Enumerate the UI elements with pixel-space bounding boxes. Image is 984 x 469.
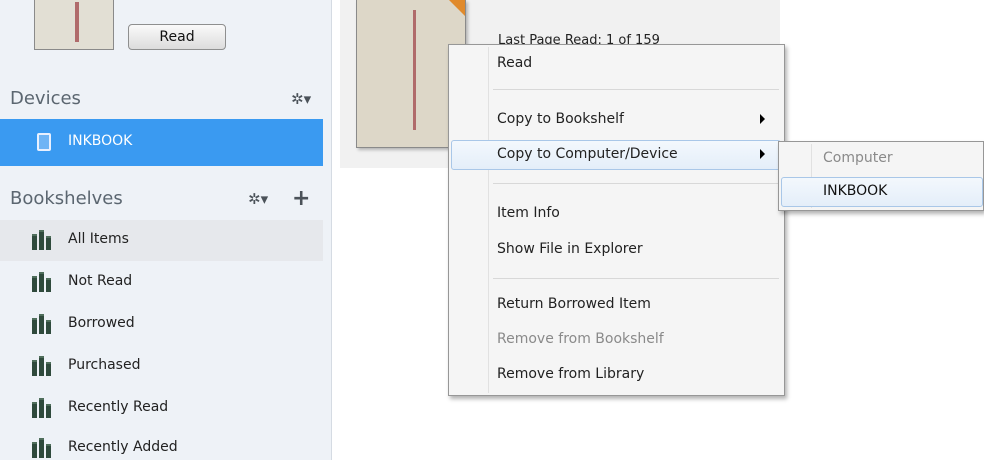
context-menu: Read Copy to Bookshelf Copy to Computer/… xyxy=(448,44,785,396)
shelf-recently-read[interactable]: Recently Read xyxy=(0,388,323,429)
bookshelf-icon xyxy=(32,356,52,376)
shelf-all-items[interactable]: All Items xyxy=(0,220,323,261)
shelf-label: Recently Read xyxy=(68,399,169,415)
bookshelf-icon xyxy=(32,230,52,250)
menu-read[interactable]: Read xyxy=(451,49,781,79)
copy-to-device-submenu: Computer INKBOOK xyxy=(778,141,984,211)
shelf-label: Recently Added xyxy=(68,439,178,455)
shelf-not-read[interactable]: Not Read xyxy=(0,262,323,303)
menu-remove-from-bookshelf: Remove from Bookshelf xyxy=(497,331,664,347)
menu-item-info[interactable]: Item Info xyxy=(451,199,781,229)
bookshelves-header: Bookshelves ✲▾ + xyxy=(0,180,331,220)
bookshelf-icon xyxy=(32,314,52,334)
shelf-label: Not Read xyxy=(68,273,133,289)
submenu-arrow-icon xyxy=(760,149,765,159)
menu-show-file-in-explorer[interactable]: Show File in Explorer xyxy=(451,235,781,265)
devices-gear-icon[interactable]: ✲▾ xyxy=(291,90,311,108)
bookshelf-icon xyxy=(32,438,52,458)
shelf-label: Purchased xyxy=(68,357,141,373)
device-item-inkbook[interactable]: INKBOOK xyxy=(0,119,323,166)
menu-remove-from-library[interactable]: Remove from Library xyxy=(451,360,781,390)
new-corner-flag xyxy=(449,0,465,16)
shelf-borrowed[interactable]: Borrowed xyxy=(0,304,323,345)
submenu-inkbook[interactable]: INKBOOK xyxy=(781,177,983,207)
submenu-arrow-icon xyxy=(760,114,765,124)
shelf-recently-added[interactable]: Recently Added xyxy=(0,428,323,469)
bookshelves-title: Bookshelves xyxy=(10,188,123,209)
menu-copy-to-bookshelf[interactable]: Copy to Bookshelf xyxy=(451,105,781,135)
devices-title: Devices xyxy=(10,88,81,109)
submenu-computer: Computer xyxy=(823,150,893,166)
bookshelf-icon xyxy=(32,272,52,292)
bookshelves-gear-icon[interactable]: ✲▾ xyxy=(248,190,268,208)
shelf-label: All Items xyxy=(68,231,129,247)
ereader-icon xyxy=(37,133,51,151)
sidebar: Read Devices ✲▾ INKBOOK Bookshelves ✲▾ +… xyxy=(0,0,332,460)
device-label: INKBOOK xyxy=(68,133,133,149)
bookshelf-icon xyxy=(32,398,52,418)
book-thumbnail[interactable] xyxy=(34,0,114,50)
menu-return-borrowed-item[interactable]: Return Borrowed Item xyxy=(451,290,781,320)
add-bookshelf-icon[interactable]: + xyxy=(292,186,310,211)
shelf-purchased[interactable]: Purchased xyxy=(0,346,323,387)
read-button[interactable]: Read xyxy=(128,24,226,50)
menu-copy-to-computer-device[interactable]: Copy to Computer/Device xyxy=(451,140,781,170)
devices-header: Devices ✲▾ xyxy=(0,80,331,120)
shelf-label: Borrowed xyxy=(68,315,135,331)
